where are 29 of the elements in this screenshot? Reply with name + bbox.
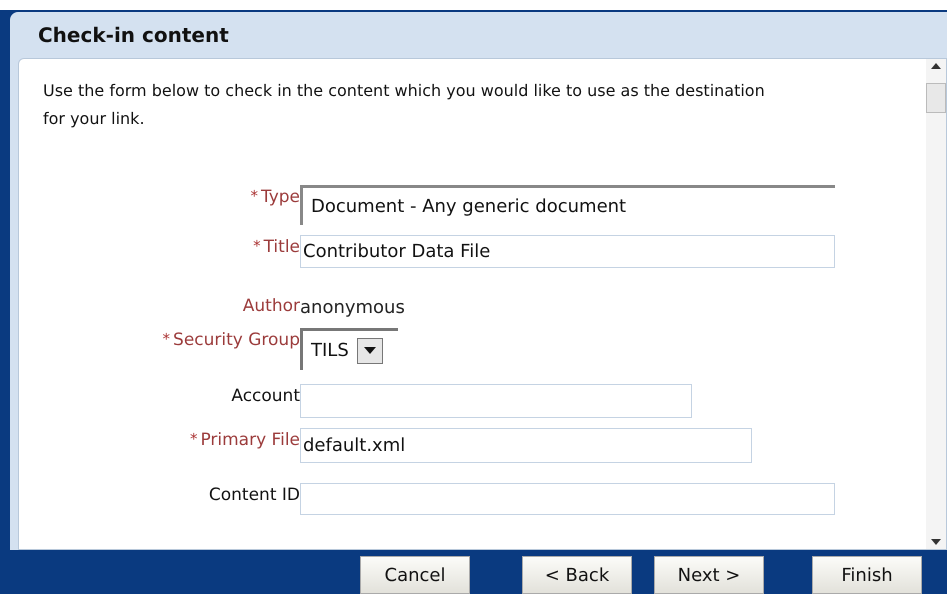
scroll-down-icon — [931, 539, 941, 545]
type-field[interactable]: Document - Any generic document — [300, 185, 835, 225]
field-label: Author — [242, 295, 300, 318]
security-group-dropdown[interactable]: TILS — [300, 328, 398, 370]
scroll-up-icon — [931, 63, 941, 69]
field-value: anonymous — [300, 296, 405, 320]
text-field[interactable]: Contributor Data File — [300, 235, 835, 268]
scroll-thumb[interactable] — [926, 83, 946, 113]
intro-text: Use the form below to check in the content which you would like to use as the destination for your link. — [43, 80, 766, 130]
dropdown-value: TILS — [311, 339, 349, 363]
required-mark: * — [250, 186, 258, 207]
wizard-button[interactable]: < Back — [522, 556, 632, 594]
required-mark: * — [162, 329, 170, 350]
field-label: Title — [264, 236, 300, 259]
field-label: Primary File — [200, 429, 300, 452]
required-mark: * — [190, 429, 198, 450]
panel-title: Check-in content — [38, 22, 229, 49]
wizard-button[interactable]: Cancel — [360, 556, 470, 594]
field-label: Content ID — [208, 484, 300, 507]
scrollbar[interactable] — [926, 59, 946, 549]
field-label: Security Group — [173, 329, 300, 352]
text-field[interactable]: default.xml — [300, 428, 752, 463]
wizard-button[interactable]: Finish — [812, 556, 922, 594]
field-label: Account — [231, 385, 300, 408]
required-mark: * — [253, 236, 261, 257]
field-label: Type — [260, 186, 300, 209]
wizard-button[interactable]: Next > — [654, 556, 764, 594]
text-field[interactable] — [300, 384, 692, 418]
text-field[interactable] — [300, 483, 835, 515]
